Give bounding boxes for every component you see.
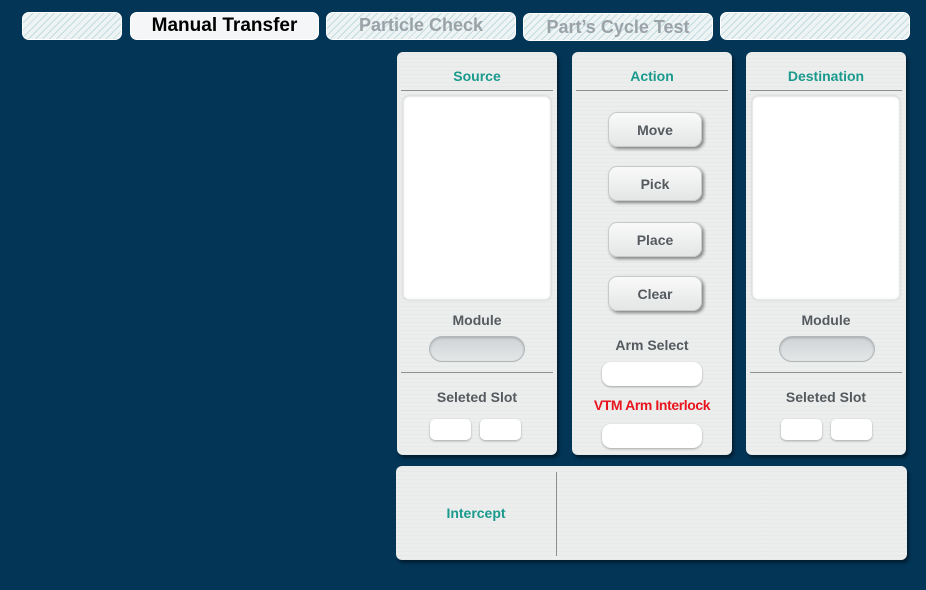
vtm-arm-interlock-field[interactable] — [602, 424, 702, 448]
move-button[interactable]: Move — [608, 112, 702, 147]
intercept-panel: Intercept — [396, 466, 907, 560]
destination-slot-field-2[interactable] — [831, 419, 872, 440]
source-module-label: Module — [452, 312, 502, 328]
pick-button[interactable]: Pick — [608, 166, 702, 201]
action-title: Action — [630, 68, 674, 84]
destination-panel: Destination Module Seleted Slot — [746, 52, 906, 455]
tab-blank-right[interactable] — [720, 12, 910, 40]
vtm-arm-interlock-label: VTM Arm Interlock — [593, 397, 711, 413]
destination-slot-field-1[interactable] — [781, 419, 822, 440]
tab-parts-cycle-test[interactable]: Part’s Cycle Test — [523, 13, 713, 41]
arm-select-label: Arm Select — [615, 337, 689, 353]
clear-button[interactable]: Clear — [608, 276, 702, 311]
divider — [401, 372, 553, 373]
tab-blank-left[interactable] — [22, 12, 122, 40]
place-button[interactable]: Place — [608, 222, 702, 257]
source-list[interactable] — [403, 96, 551, 300]
destination-module-select[interactable] — [779, 336, 875, 362]
source-slot-label: Seleted Slot — [436, 389, 518, 405]
destination-slot-label: Seleted Slot — [785, 389, 867, 405]
tab-manual-transfer[interactable]: Manual Transfer — [130, 12, 319, 40]
destination-module-label: Module — [801, 312, 851, 328]
divider — [401, 90, 553, 91]
arm-select-field[interactable] — [602, 362, 702, 386]
source-slot-field-2[interactable] — [480, 419, 521, 440]
source-panel: Source Module Seleted Slot — [397, 52, 557, 455]
divider — [576, 90, 728, 91]
tab-particle-check[interactable]: Particle Check — [326, 12, 516, 40]
action-panel: Action Move Pick Place Clear Arm Select … — [572, 52, 732, 455]
source-slot-field-1[interactable] — [430, 419, 471, 440]
intercept-label: Intercept — [446, 505, 506, 521]
destination-title: Destination — [787, 68, 865, 84]
divider — [750, 372, 902, 373]
divider — [750, 90, 902, 91]
destination-list[interactable] — [752, 96, 900, 300]
source-module-select[interactable] — [429, 336, 525, 362]
source-title: Source — [453, 68, 501, 84]
intercept-value-area — [557, 466, 907, 560]
